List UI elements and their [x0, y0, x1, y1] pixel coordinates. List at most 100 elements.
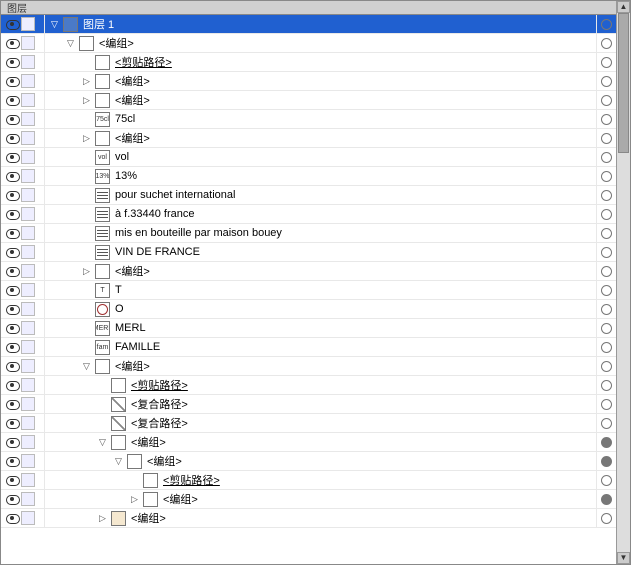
lock-slot[interactable]	[21, 36, 35, 50]
lock-slot[interactable]	[21, 340, 35, 354]
layer-thumbnail[interactable]	[95, 131, 110, 146]
layer-row[interactable]: ▷volvol	[1, 148, 616, 167]
visibility-eye-icon[interactable]	[5, 437, 19, 447]
layer-row[interactable]: ▷13%13%	[1, 167, 616, 186]
lock-slot[interactable]	[21, 207, 35, 221]
layer-row[interactable]: ▷O	[1, 300, 616, 319]
layer-row[interactable]: ▷<编组>	[1, 509, 616, 528]
layer-label[interactable]: O	[115, 303, 124, 315]
target-ring-icon[interactable]	[601, 114, 612, 125]
layer-row[interactable]: ▷à f.33440 france	[1, 205, 616, 224]
layer-thumbnail[interactable]	[95, 188, 110, 203]
scroll-thumb[interactable]	[618, 13, 629, 153]
lock-slot[interactable]	[21, 302, 35, 316]
visibility-eye-icon[interactable]	[5, 57, 19, 67]
layer-label[interactable]: <编组>	[163, 491, 198, 507]
lock-slot[interactable]	[21, 150, 35, 164]
visibility-eye-icon[interactable]	[5, 114, 19, 124]
lock-slot[interactable]	[21, 454, 35, 468]
lock-slot[interactable]	[21, 435, 35, 449]
layer-thumbnail[interactable]	[95, 264, 110, 279]
lock-slot[interactable]	[21, 321, 35, 335]
layer-row[interactable]: ▷75cl75cl	[1, 110, 616, 129]
visibility-eye-icon[interactable]	[5, 380, 19, 390]
layer-label[interactable]: <编组>	[115, 73, 150, 89]
layer-label[interactable]: vol	[115, 151, 129, 163]
lock-slot[interactable]	[21, 264, 35, 278]
visibility-eye-icon[interactable]	[5, 209, 19, 219]
vertical-scrollbar[interactable]: ▲ ▼	[616, 1, 630, 564]
layer-label[interactable]: MERL	[115, 322, 146, 334]
lock-slot[interactable]	[21, 93, 35, 107]
visibility-eye-icon[interactable]	[5, 190, 19, 200]
panel-tab[interactable]: 图层	[1, 1, 616, 15]
target-ring-icon[interactable]	[601, 361, 612, 372]
lock-slot[interactable]	[21, 226, 35, 240]
visibility-eye-icon[interactable]	[5, 285, 19, 295]
target-ring-icon[interactable]	[601, 342, 612, 353]
target-ring-icon[interactable]	[601, 266, 612, 277]
lock-slot[interactable]	[21, 511, 35, 525]
visibility-eye-icon[interactable]	[5, 266, 19, 276]
layer-label[interactable]: <编组>	[99, 35, 134, 51]
chevron-right-icon[interactable]: ▷	[81, 95, 92, 106]
visibility-eye-icon[interactable]	[5, 19, 19, 29]
target-ring-icon[interactable]	[601, 38, 612, 49]
layer-label[interactable]: T	[115, 284, 122, 296]
chevron-down-icon[interactable]: ▽	[65, 38, 76, 49]
lock-slot[interactable]	[21, 188, 35, 202]
layer-label[interactable]: 13%	[115, 170, 137, 182]
layer-row[interactable]: ▽图层 1	[1, 15, 616, 34]
chevron-right-icon[interactable]: ▷	[97, 513, 108, 524]
layer-thumbnail[interactable]: MERL	[95, 321, 110, 336]
layer-label[interactable]: <剪贴路径>	[163, 472, 220, 488]
chevron-down-icon[interactable]: ▽	[97, 437, 108, 448]
lock-slot[interactable]	[21, 131, 35, 145]
visibility-eye-icon[interactable]	[5, 418, 19, 428]
layer-row[interactable]: ▽ <编组>	[1, 34, 616, 53]
visibility-eye-icon[interactable]	[5, 38, 19, 48]
layer-row[interactable]: ▷MERLMERL	[1, 319, 616, 338]
layer-thumbnail[interactable]: 13%	[95, 169, 110, 184]
target-ring-icon[interactable]	[601, 456, 612, 467]
target-ring-icon[interactable]	[601, 304, 612, 315]
layer-row[interactable]: ▷<剪贴路径>	[1, 376, 616, 395]
layer-row[interactable]: ▷<编组>	[1, 91, 616, 110]
visibility-eye-icon[interactable]	[5, 475, 19, 485]
layer-label[interactable]: FAMILLE	[115, 341, 160, 353]
layer-row[interactable]: ▷TT	[1, 281, 616, 300]
target-ring-icon[interactable]	[601, 285, 612, 296]
layer-label[interactable]: à f.33440 france	[115, 208, 195, 220]
visibility-eye-icon[interactable]	[5, 456, 19, 466]
layer-row[interactable]: ▷<复合路径>	[1, 395, 616, 414]
visibility-eye-icon[interactable]	[5, 247, 19, 257]
visibility-eye-icon[interactable]	[5, 494, 19, 504]
target-ring-icon[interactable]	[601, 228, 612, 239]
layer-label[interactable]: <编组>	[147, 453, 182, 469]
chevron-down-icon[interactable]: ▽	[113, 456, 124, 467]
lock-slot[interactable]	[21, 245, 35, 259]
lock-slot[interactable]	[21, 416, 35, 430]
layer-thumbnail[interactable]	[127, 454, 142, 469]
lock-slot[interactable]	[21, 378, 35, 392]
lock-slot[interactable]	[21, 359, 35, 373]
target-ring-icon[interactable]	[601, 513, 612, 524]
layer-thumbnail[interactable]	[95, 93, 110, 108]
target-ring-icon[interactable]	[601, 247, 612, 258]
layer-thumbnail[interactable]	[95, 55, 110, 70]
layer-row[interactable]: ▷<编组>	[1, 72, 616, 91]
target-ring-icon[interactable]	[601, 76, 612, 87]
visibility-eye-icon[interactable]	[5, 513, 19, 523]
layer-row[interactable]: ▷VIN DE FRANCE	[1, 243, 616, 262]
layer-thumbnail[interactable]	[143, 492, 158, 507]
layer-label[interactable]: 75cl	[115, 113, 135, 125]
lock-slot[interactable]	[21, 17, 35, 31]
target-ring-icon[interactable]	[601, 380, 612, 391]
layer-thumbnail[interactable]	[95, 245, 110, 260]
visibility-eye-icon[interactable]	[5, 304, 19, 314]
layer-thumbnail[interactable]	[95, 74, 110, 89]
visibility-eye-icon[interactable]	[5, 76, 19, 86]
layer-label[interactable]: <编组>	[115, 358, 150, 374]
lock-slot[interactable]	[21, 473, 35, 487]
layer-row[interactable]: ▽ <编组>	[1, 452, 616, 471]
